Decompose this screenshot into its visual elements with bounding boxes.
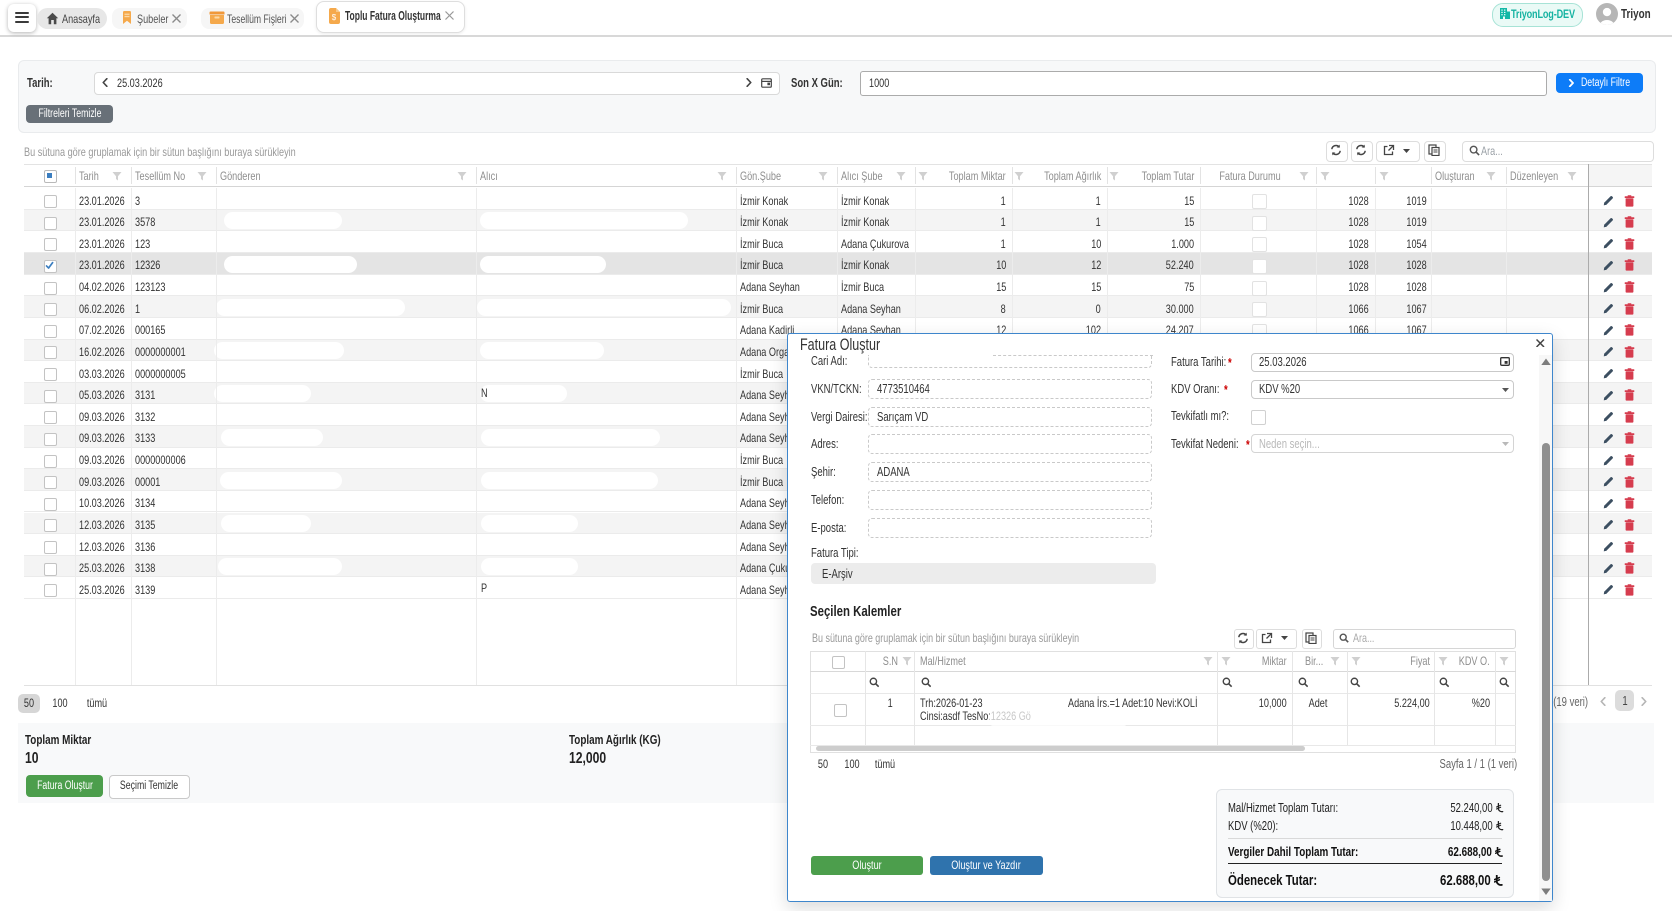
- svg-text:$: $: [332, 13, 337, 22]
